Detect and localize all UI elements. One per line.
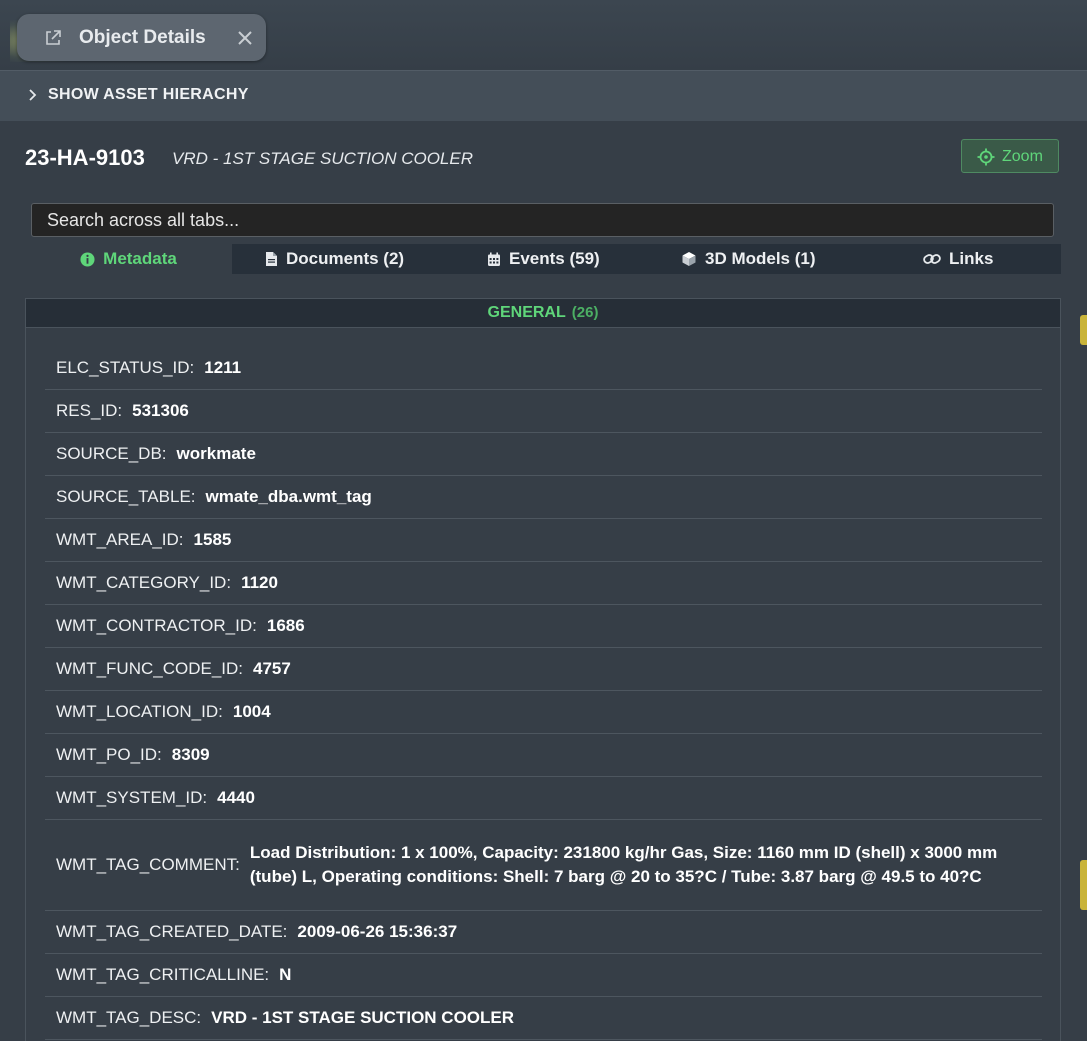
tab-title: Object Details: [79, 27, 206, 48]
row-value: 531306: [132, 401, 189, 420]
row-value: 1585: [193, 530, 232, 549]
object-details-panel: SHOW ASSET HIERACHY 23-HA-9103 VRD - 1ST…: [0, 70, 1087, 1041]
asset-hierarchy-label: SHOW ASSET HIERACHY: [48, 86, 249, 103]
table-row: ELC_STATUS_ID: 1211: [45, 328, 1042, 390]
table-row: WMT_LOCATION_ID: 1004: [45, 691, 1042, 734]
row-key: WMT_SYSTEM_ID:: [56, 788, 208, 807]
general-section-header[interactable]: GENERAL (26): [25, 298, 1061, 328]
cube-icon: [682, 252, 696, 266]
row-value: 1686: [266, 616, 305, 635]
table-row: WMT_CONTRACTOR_ID: 1686: [45, 605, 1042, 648]
section-title: GENERAL: [487, 304, 566, 321]
metadata-list: ELC_STATUS_ID: 1211 RES_ID: 531306 SOURC…: [25, 328, 1061, 1041]
table-row: WMT_AREA_ID: 1585: [45, 519, 1042, 562]
table-row: WMT_PO_ID: 8309: [45, 734, 1042, 777]
tab-documents[interactable]: Documents (2): [265, 244, 404, 274]
row-key: RES_ID:: [56, 401, 123, 420]
external-link-icon[interactable]: [43, 28, 63, 48]
info-circle-icon: [80, 251, 95, 267]
search-input[interactable]: [31, 203, 1054, 237]
table-row: SOURCE_TABLE: wmate_dba.wmt_tag: [45, 476, 1042, 519]
row-value: 1120: [241, 573, 278, 592]
asset-description: VRD - 1ST STAGE SUCTION COOLER: [172, 149, 474, 168]
section-count: (26): [571, 304, 599, 321]
table-row: RES_ID: 531306: [45, 390, 1042, 433]
row-key: WMT_CATEGORY_ID:: [56, 573, 232, 592]
table-row: SOURCE_DB: workmate: [45, 433, 1042, 476]
table-row: WMT_SYSTEM_ID: 4440: [45, 777, 1042, 820]
row-key: WMT_TAG_CRITICALLINE:: [56, 965, 270, 984]
table-row: WMT_FUNC_CODE_ID: 4757: [45, 648, 1042, 691]
close-icon[interactable]: [235, 28, 255, 48]
row-value: 4440: [217, 788, 255, 807]
tab-3d-models[interactable]: 3D Models (1): [681, 244, 816, 274]
row-key: WMT_CONTRACTOR_ID:: [56, 616, 257, 635]
row-key: ELC_STATUS_ID:: [56, 357, 195, 377]
tab-label: 3D Models (1): [705, 249, 816, 268]
zoom-label: Zoom: [1002, 148, 1043, 165]
chevron-right-icon: [27, 87, 39, 103]
document-icon: [266, 252, 277, 266]
row-key: WMT_AREA_ID:: [56, 530, 184, 549]
background-edge-highlight: [1080, 315, 1087, 345]
row-value: 4757: [253, 659, 291, 678]
tab-label: Metadata: [103, 249, 177, 268]
row-value: N: [279, 965, 292, 984]
asset-id: 23-HA-9103: [25, 145, 145, 170]
row-key: WMT_TAG_CREATED_DATE:: [56, 922, 288, 941]
object-details-tab[interactable]: Object Details: [17, 14, 266, 61]
link-icon: [923, 254, 941, 264]
table-row: WMT_TAG_DESC: VRD - 1ST STAGE SUCTION CO…: [45, 997, 1042, 1040]
row-value: Load Distribution: 1 x 100%, Capacity: 2…: [249, 843, 998, 886]
row-value: workmate: [176, 444, 256, 463]
row-key: WMT_FUNC_CODE_ID:: [56, 659, 244, 678]
table-row: WMT_TAG_CREATED_DATE: 2009-06-26 15:36:3…: [45, 911, 1042, 954]
calendar-icon: [488, 252, 500, 266]
tab-links[interactable]: Links: [923, 244, 993, 274]
tab-label: Links: [949, 249, 994, 268]
row-key: SOURCE_DB:: [56, 444, 167, 463]
table-row: WMT_CATEGORY_ID: 1120: [45, 562, 1042, 605]
zoom-button[interactable]: Zoom: [961, 139, 1059, 173]
row-key: WMT_TAG_COMMENT:: [56, 855, 240, 874]
row-value: 2009-06-26 15:36:37: [297, 922, 458, 941]
background-edge-highlight: [1080, 860, 1087, 910]
row-key: WMT_PO_ID:: [56, 745, 162, 764]
row-value: 1211: [204, 357, 242, 377]
row-value: 1004: [232, 702, 271, 721]
tab-events[interactable]: Events (59): [487, 244, 600, 274]
asset-hierarchy-toggle[interactable]: SHOW ASSET HIERACHY: [0, 70, 1087, 121]
row-key: SOURCE_TABLE:: [56, 487, 196, 506]
tab-metadata[interactable]: Metadata: [25, 244, 232, 274]
crosshair-icon: [977, 148, 995, 166]
tab-label: Documents (2): [286, 249, 405, 268]
row-key: WMT_LOCATION_ID:: [56, 702, 223, 721]
table-row: WMT_TAG_CRITICALLINE: N: [45, 954, 1042, 997]
row-value: VRD - 1ST STAGE SUCTION COOLER: [211, 1008, 515, 1027]
tab-label: Events (59): [509, 249, 600, 268]
table-row: WMT_TAG_COMMENT: Load Distribution: 1 x …: [45, 820, 1042, 911]
row-key: WMT_TAG_DESC:: [56, 1008, 202, 1027]
tab-bar: Metadata Documents (2) Events (59) 3D Mo…: [25, 244, 1061, 274]
row-value: 8309: [171, 745, 210, 764]
row-value: wmate_dba.wmt_tag: [205, 487, 372, 506]
